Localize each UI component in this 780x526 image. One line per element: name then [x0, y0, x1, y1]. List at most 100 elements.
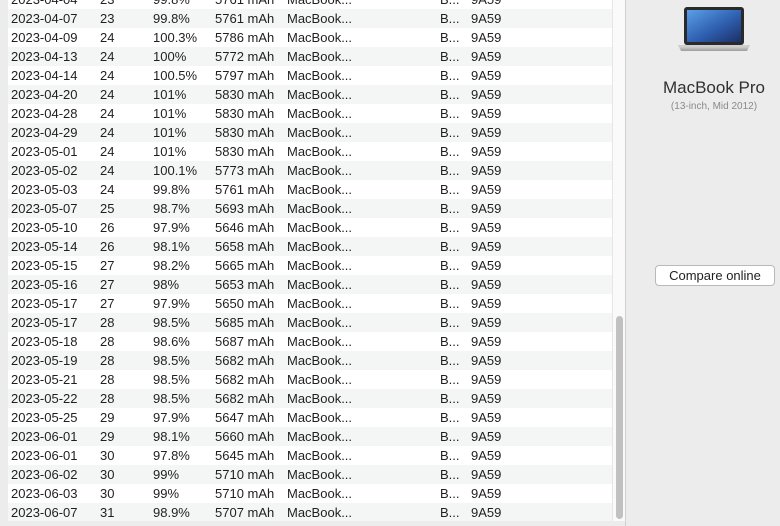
- cell-health: 98.9%: [153, 505, 190, 520]
- table-row[interactable]: 2023-04-20 24 101% 5830 mAh MacBook... B... 9A…: [8, 85, 612, 104]
- table-row[interactable]: 2023-04-14 24 100.5% 5797 mAh MacBook... B...…: [8, 66, 612, 85]
- cell-firmware: 9A59: [471, 125, 502, 140]
- compare-online-button[interactable]: Compare online: [655, 265, 775, 286]
- cell-battery: B...: [440, 220, 460, 235]
- cell-battery: B...: [440, 125, 460, 140]
- cell-battery: B...: [440, 448, 460, 463]
- cell-cycle-count: 31: [100, 505, 115, 520]
- cell-battery: B...: [440, 30, 460, 45]
- cell-capacity: 5653 mAh: [215, 277, 275, 292]
- cell-capacity: 5830 mAh: [215, 125, 275, 140]
- cell-firmware: 9A59: [471, 410, 502, 425]
- cell-firmware: 9A59: [471, 277, 502, 292]
- table-row[interactable]: 2023-05-21 28 98.5% 5682 mAh MacBook... B... 9…: [8, 370, 612, 389]
- cell-capacity: 5797 mAh: [215, 68, 275, 83]
- cell-battery: B...: [440, 505, 460, 520]
- model-detail: (13-inch, Mid 2012): [670, 101, 758, 112]
- table-row[interactable]: 2023-05-17 28 98.5% 5685 mAh MacBook... B... 9…: [8, 313, 612, 332]
- cell-cycle-count: 28: [100, 372, 115, 387]
- cell-health: 98.5%: [153, 315, 190, 330]
- cell-firmware: 9A59: [471, 106, 502, 121]
- cell-battery: B...: [440, 315, 460, 330]
- table-row[interactable]: 2023-04-29 24 101% 5830 mAh MacBook... B... 9A…: [8, 123, 612, 142]
- table-row[interactable]: 2023-05-10 26 97.9% 5646 mAh MacBook... B... 9…: [8, 218, 612, 237]
- cell-battery: B...: [440, 467, 460, 482]
- table-row[interactable]: 2023-06-01 29 98.1% 5660 mAh MacBook... B... 9…: [8, 427, 612, 446]
- table-row[interactable]: 2023-05-22 28 98.5% 5682 mAh MacBook... B... 9…: [8, 389, 612, 408]
- cell-firmware: 9A59: [471, 201, 502, 216]
- table-row[interactable]: 2023-04-04 23 99.8% 5761 mAh MacBook... B... 9…: [8, 0, 612, 9]
- table-row[interactable]: 2023-05-07 25 98.7% 5693 mAh MacBook... B... 9…: [8, 199, 612, 218]
- table-row[interactable]: 2023-05-02 24 100.1% 5773 mAh MacBook... B...…: [8, 161, 612, 180]
- model-name: MacBook Pro: [662, 78, 766, 97]
- cell-model: MacBook...: [287, 163, 353, 178]
- cell-health: 101%: [153, 106, 187, 121]
- table-row[interactable]: 2023-05-18 28 98.6% 5687 mAh MacBook... B... 9…: [8, 332, 612, 351]
- vertical-scrollbar[interactable]: [612, 0, 625, 526]
- cell-date: 2023-04-13: [11, 49, 78, 64]
- cell-model: MacBook...: [287, 391, 353, 406]
- table-row[interactable]: 2023-06-01 30 97.8% 5645 mAh MacBook... B... 9…: [8, 446, 612, 465]
- cell-date: 2023-04-04: [11, 0, 78, 9]
- cell-capacity: 5658 mAh: [215, 239, 275, 254]
- table-row[interactable]: 2023-05-03 24 99.8% 5761 mAh MacBook... B... 9…: [8, 180, 612, 199]
- cell-health: 99.8%: [153, 11, 190, 26]
- table-row[interactable]: 2023-05-01 24 101% 5830 mAh MacBook... B... 9A…: [8, 142, 612, 161]
- cell-firmware: 9A59: [471, 87, 502, 102]
- cell-firmware: 9A59: [471, 258, 502, 273]
- table-row[interactable]: 2023-05-25 29 97.9% 5647 mAh MacBook... B... 9…: [8, 408, 612, 427]
- cell-cycle-count: 24: [100, 163, 115, 178]
- cell-capacity: 5773 mAh: [215, 163, 275, 178]
- cell-battery: B...: [440, 201, 460, 216]
- table-row[interactable]: 2023-04-09 24 100.3% 5786 mAh MacBook... B...…: [8, 28, 612, 47]
- cell-health: 99.8%: [153, 182, 190, 197]
- table-row[interactable]: 2023-05-17 27 97.9% 5650 mAh MacBook... B... 9…: [8, 294, 612, 313]
- cell-model: MacBook...: [287, 68, 353, 83]
- cell-model: MacBook...: [287, 106, 353, 121]
- cell-capacity: 5707 mAh: [215, 505, 275, 520]
- table-row[interactable]: 2023-05-15 27 98.2% 5665 mAh MacBook... B... 9…: [8, 256, 612, 275]
- cell-battery: B...: [440, 258, 460, 273]
- table-row[interactable]: 2023-05-14 26 98.1% 5658 mAh MacBook... B... 9…: [8, 237, 612, 256]
- device-info-panel: MacBook Pro (13-inch, Mid 2012) Compare …: [626, 0, 780, 526]
- cell-battery: B...: [440, 68, 460, 83]
- scrollbar-thumb[interactable]: [616, 316, 623, 519]
- cell-firmware: 9A59: [471, 505, 502, 520]
- table-row[interactable]: 2023-05-16 27 98% 5653 mAh MacBook... B... 9A5…: [8, 275, 612, 294]
- cell-model: MacBook...: [287, 277, 353, 292]
- cell-cycle-count: 28: [100, 391, 115, 406]
- cell-capacity: 5685 mAh: [215, 315, 275, 330]
- cell-capacity: 5710 mAh: [215, 467, 275, 482]
- table-row[interactable]: 2023-06-03 30 99% 5710 mAh MacBook... B... 9A5…: [8, 484, 612, 503]
- table-row[interactable]: 2023-04-13 24 100% 5772 mAh MacBook... B... 9A…: [8, 47, 612, 66]
- cell-cycle-count: 23: [100, 0, 114, 9]
- cell-firmware: 9A59: [471, 220, 502, 235]
- cell-health: 98%: [153, 277, 180, 292]
- table-row[interactable]: 2023-06-02 30 99% 5710 mAh MacBook... B... 9A5…: [8, 465, 612, 484]
- table-row[interactable]: 2023-06-07 31 98.9% 5707 mAh MacBook... B... 9…: [8, 503, 612, 522]
- cell-date: 2023-05-16: [11, 277, 78, 292]
- cell-cycle-count: 24: [100, 49, 115, 64]
- cell-model: MacBook...: [287, 0, 352, 9]
- table-row[interactable]: 2023-04-07 23 99.8% 5761 mAh MacBook... B... 9…: [8, 9, 612, 28]
- cell-battery: B...: [440, 144, 460, 159]
- cell-battery: B...: [440, 410, 460, 425]
- table-row[interactable]: 2023-05-19 28 98.5% 5682 mAh MacBook... B... 9…: [8, 351, 612, 370]
- cell-firmware: 9A59: [471, 486, 502, 501]
- macbook-laptop-icon: [678, 7, 750, 51]
- cell-capacity: 5830 mAh: [215, 106, 275, 121]
- table-row[interactable]: 2023-04-28 24 101% 5830 mAh MacBook... B... 9A…: [8, 104, 612, 123]
- cell-capacity: 5693 mAh: [215, 201, 275, 216]
- cell-battery: B...: [440, 49, 460, 64]
- cell-cycle-count: 24: [100, 30, 115, 45]
- cell-cycle-count: 24: [100, 144, 115, 159]
- cell-date: 2023-05-03: [11, 182, 78, 197]
- cell-date: 2023-05-07: [11, 201, 78, 216]
- cell-model: MacBook...: [287, 334, 353, 349]
- cell-health: 99%: [153, 486, 180, 501]
- cell-cycle-count: 24: [100, 87, 115, 102]
- cell-firmware: 9A59: [471, 296, 502, 311]
- cell-capacity: 5687 mAh: [215, 334, 275, 349]
- cell-capacity: 5761 mAh: [215, 11, 275, 26]
- cell-date: 2023-06-07: [11, 505, 78, 520]
